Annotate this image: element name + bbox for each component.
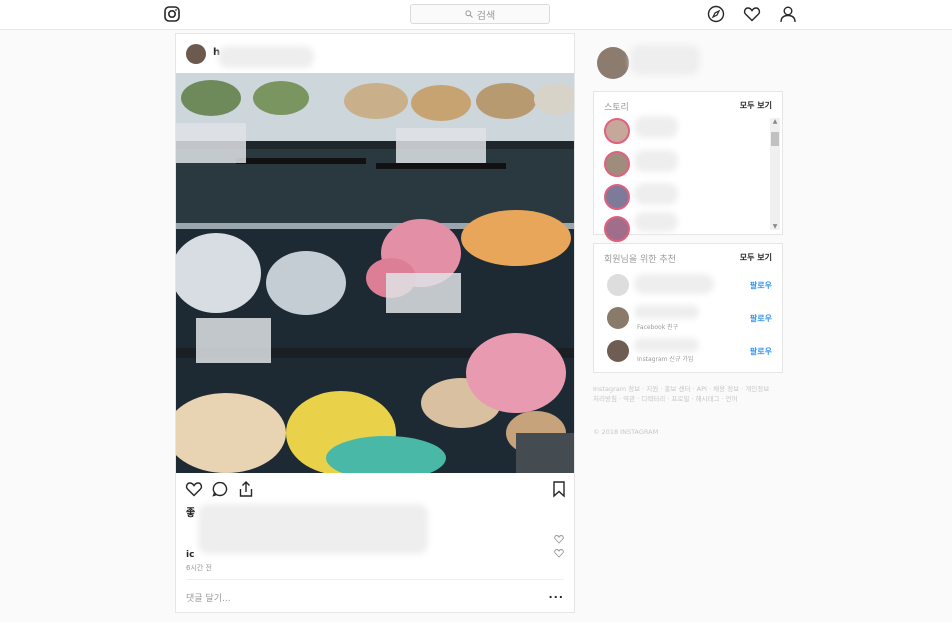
redacted-story-name: [634, 212, 678, 232]
story-avatar[interactable]: [604, 151, 630, 177]
top-navigation-bar: 검색: [0, 0, 952, 30]
likes-count[interactable]: 좋: [186, 504, 195, 519]
redacted-story-name: [634, 116, 678, 138]
suggestion-subtitle: Facebook 친구: [637, 324, 679, 331]
scroll-down-arrow-icon[interactable]: ▼: [770, 223, 780, 230]
comment-bubble-icon[interactable]: [211, 480, 229, 498]
stories-scrollbar[interactable]: ▲ ▼: [770, 118, 780, 230]
follow-button[interactable]: 팔로우: [750, 346, 772, 357]
story-avatar[interactable]: [604, 216, 630, 242]
stories-see-all-link[interactable]: 모두 보기: [740, 100, 772, 111]
current-user-avatar[interactable]: [597, 47, 629, 79]
search-input[interactable]: 검색: [410, 4, 550, 24]
heart-icon[interactable]: [743, 5, 761, 23]
add-comment-input[interactable]: 댓글 달기...: [186, 591, 231, 604]
feed-post: h 좋 ic 6시간 전 댓글 달기... ...: [175, 33, 575, 613]
suggestions-panel: 회원님을 위한 추천 모두 보기 팔로우 Facebook 친구 팔로우 Ins…: [593, 243, 783, 373]
scroll-up-arrow-icon[interactable]: ▲: [770, 118, 780, 125]
suggestion-avatar[interactable]: [607, 307, 629, 329]
story-avatar[interactable]: [604, 118, 630, 144]
redacted-username-blur: [218, 46, 314, 68]
comment-username[interactable]: ic: [186, 550, 194, 560]
story-avatar[interactable]: [604, 184, 630, 210]
search-placeholder: 검색: [476, 10, 496, 22]
footer-links[interactable]: Instagram 정보 · 지원 · 홍보 센터 · API · 채용 정보 …: [593, 384, 773, 404]
comment-like-icon[interactable]: [554, 534, 564, 544]
redacted-profile-blur: [630, 45, 700, 75]
stories-title: 스토리: [604, 103, 629, 113]
post-timestamp: 6시간 전: [186, 564, 212, 572]
scrollbar-thumb[interactable]: [771, 132, 779, 146]
redacted-suggestion-name: [634, 274, 714, 294]
post-author-avatar[interactable]: [186, 44, 206, 64]
copyright-text: © 2018 INSTAGRAM: [593, 428, 659, 436]
more-options-button[interactable]: ...: [548, 588, 564, 601]
bookmark-icon[interactable]: [550, 480, 568, 498]
stories-panel: 스토리 모두 보기 ▲ ▼: [593, 91, 783, 242]
explore-compass-icon[interactable]: [707, 5, 725, 23]
post-header: h: [176, 34, 574, 74]
suggestions-see-all-link[interactable]: 모두 보기: [740, 252, 772, 263]
search-icon: [465, 10, 473, 18]
share-icon[interactable]: [237, 480, 255, 498]
suggestions-title: 회원님을 위한 추천: [604, 255, 676, 265]
suggestion-subtitle: Instagram 신규 가입: [637, 356, 694, 363]
comment-divider: [186, 579, 564, 580]
redacted-story-name: [634, 150, 678, 172]
instagram-logo-icon[interactable]: [164, 6, 180, 22]
redacted-story-name: [634, 183, 678, 205]
redacted-caption-blur: [198, 504, 428, 554]
suggestion-avatar[interactable]: [607, 274, 629, 296]
follow-button[interactable]: 팔로우: [750, 313, 772, 324]
follow-button[interactable]: 팔로우: [750, 280, 772, 291]
like-heart-icon[interactable]: [185, 480, 203, 498]
post-actions: [176, 480, 574, 500]
comment-like-icon[interactable]: [554, 548, 564, 558]
suggestion-avatar[interactable]: [607, 340, 629, 362]
profile-icon[interactable]: [779, 5, 797, 23]
redacted-suggestion-name: [634, 305, 699, 319]
redacted-suggestion-name: [634, 338, 699, 352]
post-photo-macarons[interactable]: [176, 73, 574, 473]
